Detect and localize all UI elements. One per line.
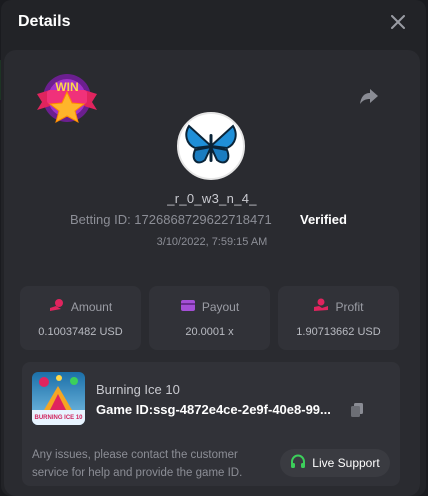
game-card: BURNING ICE 10 Burning Ice 10 Game ID:ss… (22, 362, 400, 486)
modal-header: Details (1, 0, 426, 44)
live-support-button[interactable]: Live Support (280, 449, 390, 477)
coins-icon (49, 298, 65, 315)
stat-label: Payout (201, 299, 240, 314)
bet-details-card: WIN _r_0_w3_n_4_ Betting ID: 17268687296… (4, 50, 420, 496)
stat-payout: Payout 20.0001 x (149, 286, 270, 350)
hand-coin-icon (313, 298, 329, 315)
betting-id: Betting ID: 1726868729622718471 (70, 212, 272, 227)
bet-date: 3/10/2022, 7:59:15 AM (156, 236, 268, 248)
headset-icon (290, 453, 306, 473)
svg-text:BURNING ICE 10: BURNING ICE 10 (34, 415, 83, 421)
stat-value: 0.10037482 USD (38, 326, 123, 338)
stat-value: 20.0001 x (185, 326, 234, 338)
stat-amount: Amount 0.10037482 USD (20, 286, 141, 350)
game-thumbnail[interactable]: BURNING ICE 10 (32, 372, 85, 425)
stat-label: Amount (70, 299, 113, 314)
support-help-text: Any issues, please contact the customer … (32, 449, 243, 479)
win-badge-icon: WIN (34, 72, 104, 124)
details-modal: Details WIN _r_0_w3_n_4_ Betting ID: 172… (1, 0, 426, 496)
game-id: Game ID:ssg-4872e4ce-2e9f-40e8-99... (96, 402, 331, 417)
live-support-label: Live Support (312, 456, 380, 470)
share-icon[interactable] (358, 86, 380, 108)
username: _r_0_w3_n_4_ (167, 191, 257, 206)
avatar (177, 112, 245, 180)
game-name: Burning Ice 10 (96, 382, 180, 397)
copy-icon[interactable] (349, 402, 365, 418)
svg-text:WIN: WIN (55, 80, 78, 94)
stat-value: 1.90713662 USD (296, 326, 381, 338)
verified-badge: Verified (300, 212, 347, 227)
modal-title: Details (18, 13, 71, 30)
stat-profit: Profit 1.90713662 USD (278, 286, 399, 350)
close-icon[interactable] (387, 11, 409, 33)
stat-label: Profit (335, 299, 364, 314)
wallet-icon (180, 298, 196, 315)
